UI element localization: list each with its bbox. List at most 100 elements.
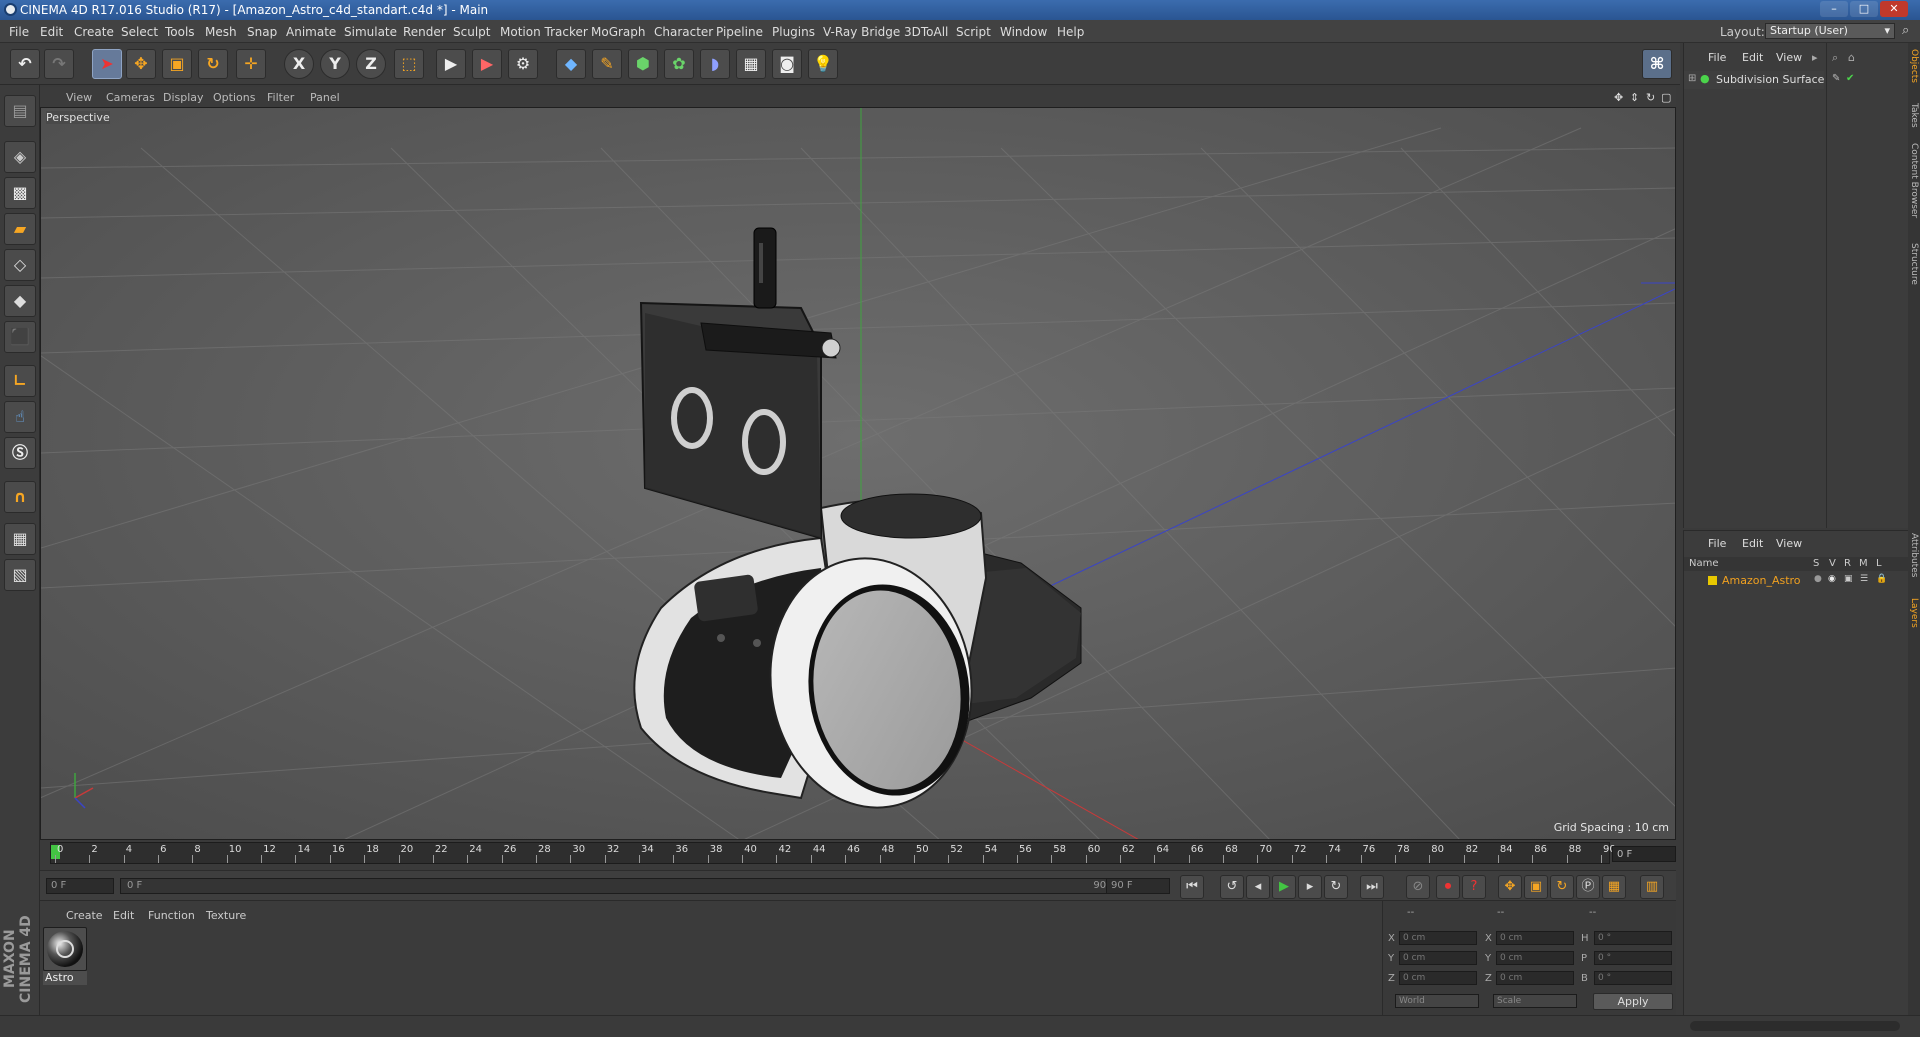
edges-mode-icon[interactable]: ◆: [4, 285, 36, 317]
render-view-icon[interactable]: ▶: [436, 49, 466, 79]
size-y-field[interactable]: 0 cm: [1496, 951, 1574, 965]
planar-workplane-icon[interactable]: ▧: [4, 559, 36, 591]
python-icon[interactable]: ⌘: [1642, 49, 1672, 79]
menu-create[interactable]: Create: [74, 25, 114, 39]
manager-toggle-icon[interactable]: ☰: [1860, 574, 1868, 584]
texture-mode-icon[interactable]: ▩: [4, 177, 36, 209]
tab-structure[interactable]: Structure: [1909, 243, 1919, 285]
menu-simulate[interactable]: Simulate: [344, 25, 397, 39]
object-row-subdivision-surface[interactable]: ⊞ ● Subdivision Surface: [1684, 71, 1824, 89]
menu-window[interactable]: Window: [1000, 25, 1047, 39]
coordinate-mode-select[interactable]: World: [1395, 994, 1479, 1008]
apply-button[interactable]: Apply: [1593, 993, 1673, 1010]
render-picture-viewer-icon[interactable]: ▶: [472, 49, 502, 79]
rotate-tool-icon[interactable]: ↻: [198, 49, 228, 79]
layout-select[interactable]: Startup (User) ▾: [1765, 23, 1895, 39]
material-menu-function[interactable]: Function: [148, 909, 195, 922]
coordinate-system-icon[interactable]: ⬚: [394, 49, 424, 79]
viewport-move-icon[interactable]: ✥: [1614, 91, 1623, 104]
rot-p-field[interactable]: 0 °: [1594, 951, 1672, 965]
viewport-menu-cameras[interactable]: Cameras: [106, 91, 155, 104]
play-forward-icon[interactable]: ▶: [1272, 875, 1296, 899]
cube-object-icon[interactable]: ◆: [556, 49, 586, 79]
material-menu-create[interactable]: Create: [66, 909, 103, 922]
layer-menu-file[interactable]: File: [1708, 537, 1726, 550]
y-axis-toggle[interactable]: Y: [320, 49, 350, 79]
menu-vray-bridge[interactable]: V-Ray Bridge: [823, 25, 900, 39]
home-icon[interactable]: ⌂: [1848, 51, 1855, 64]
current-frame-field[interactable]: 0 F: [1612, 846, 1676, 862]
visibility-eye-icon[interactable]: ◉: [1828, 574, 1836, 584]
lock-icon[interactable]: 🔒: [1876, 574, 1887, 584]
menu-help[interactable]: Help: [1057, 25, 1084, 39]
material-menu-texture[interactable]: Texture: [206, 909, 246, 922]
viewport-rotate-icon[interactable]: ↻: [1646, 91, 1655, 104]
expand-icon[interactable]: ⊞: [1688, 73, 1696, 84]
previous-key-icon[interactable]: ↺: [1220, 875, 1244, 899]
menu-mesh[interactable]: Mesh: [205, 25, 237, 39]
menu-sculpt[interactable]: Sculpt: [453, 25, 490, 39]
rot-b-field[interactable]: 0 °: [1594, 971, 1672, 985]
viewport-menu-display[interactable]: Display: [163, 91, 204, 104]
redo-icon[interactable]: ↷: [44, 49, 74, 79]
layer-menu-view[interactable]: View: [1776, 537, 1802, 550]
pos-x-field[interactable]: 0 cm: [1399, 931, 1477, 945]
menu-snap[interactable]: Snap: [247, 25, 277, 39]
position-key-icon[interactable]: ✥: [1498, 875, 1522, 899]
magnet-icon[interactable]: ∩: [4, 481, 36, 513]
keyframe-selection-icon[interactable]: ?: [1462, 875, 1486, 899]
scale-tool-icon[interactable]: ▣: [162, 49, 192, 79]
edit-icon[interactable]: ✎: [1832, 73, 1840, 84]
menu-select[interactable]: Select: [121, 25, 158, 39]
material-menu-edit[interactable]: Edit: [113, 909, 134, 922]
timeline-ruler[interactable]: 0 2 4 6 8 10 12 14 16 18 20 22 24 26 28 30 32 34 36 38 40 42 4…: [50, 842, 1616, 864]
solo-toggle-icon[interactable]: ●: [1814, 574, 1822, 584]
render-toggle-icon[interactable]: ▣: [1844, 574, 1853, 584]
go-to-start-icon[interactable]: ⏮: [1180, 875, 1204, 899]
transform-tool-icon[interactable]: ✛: [236, 49, 266, 79]
light-icon[interactable]: 💡: [808, 49, 838, 79]
autokey-icon[interactable]: ⏺: [1436, 875, 1460, 899]
snapping-icon[interactable]: Ⓢ: [4, 437, 36, 469]
camera-icon[interactable]: ◙: [772, 49, 802, 79]
viewport-menu-view[interactable]: View: [66, 91, 92, 104]
pen-spline-icon[interactable]: ✎: [592, 49, 622, 79]
menu-motion-tracker[interactable]: Motion Tracker: [500, 25, 588, 39]
tab-layers[interactable]: Layers: [1909, 598, 1919, 628]
rotation-key-icon[interactable]: ↻: [1550, 875, 1574, 899]
cloner-icon[interactable]: ✿: [664, 49, 694, 79]
horizontal-scrollbar[interactable]: [1690, 1021, 1900, 1031]
perspective-viewport[interactable]: Perspective Grid Spacing : 10 cm: [40, 107, 1676, 840]
workplane-mode-icon[interactable]: ▰: [4, 213, 36, 245]
point-level-key-icon[interactable]: ▦: [1602, 875, 1626, 899]
make-editable-icon[interactable]: ▤: [4, 95, 36, 127]
tab-content-browser[interactable]: Content Browser: [1909, 143, 1919, 218]
viewport-menu-options[interactable]: Options: [213, 91, 255, 104]
model-mode-icon[interactable]: ◈: [4, 141, 36, 173]
start-frame-field[interactable]: 0 F: [46, 878, 114, 894]
viewport-zoom-icon[interactable]: ⇕: [1630, 91, 1639, 104]
menu-3dtoall[interactable]: 3DToAll: [904, 25, 948, 39]
tab-objects[interactable]: Objects: [1909, 49, 1919, 83]
enabled-check-icon[interactable]: ✔: [1846, 73, 1854, 84]
go-to-end-icon[interactable]: ⏭: [1360, 875, 1384, 899]
live-selection-icon[interactable]: ➤: [92, 49, 122, 79]
points-mode-icon[interactable]: ◇: [4, 249, 36, 281]
chevron-right-icon[interactable]: ▸: [1812, 51, 1818, 64]
material-swatch[interactable]: [43, 927, 87, 971]
tab-attributes[interactable]: Attributes: [1909, 533, 1919, 577]
menu-character[interactable]: Character: [654, 25, 713, 39]
timeline-window-icon[interactable]: ▥: [1640, 875, 1664, 899]
close-button[interactable]: ✕: [1880, 1, 1908, 17]
tweak-mode-icon[interactable]: ☝: [4, 401, 36, 433]
record-key-icon[interactable]: ⊘: [1406, 875, 1430, 899]
menu-plugins[interactable]: Plugins: [772, 25, 815, 39]
preview-range-slider[interactable]: 0 F 90 F: [120, 878, 1130, 894]
object-menu-file[interactable]: File: [1708, 51, 1726, 64]
lock-workplane-icon[interactable]: ▦: [4, 523, 36, 555]
menu-render[interactable]: Render: [403, 25, 446, 39]
end-frame-field[interactable]: 90 F: [1106, 878, 1170, 894]
scale-key-icon[interactable]: ▣: [1524, 875, 1548, 899]
search-icon[interactable]: ⌕: [1902, 23, 1909, 38]
viewport-menu-filter[interactable]: Filter: [267, 91, 294, 104]
